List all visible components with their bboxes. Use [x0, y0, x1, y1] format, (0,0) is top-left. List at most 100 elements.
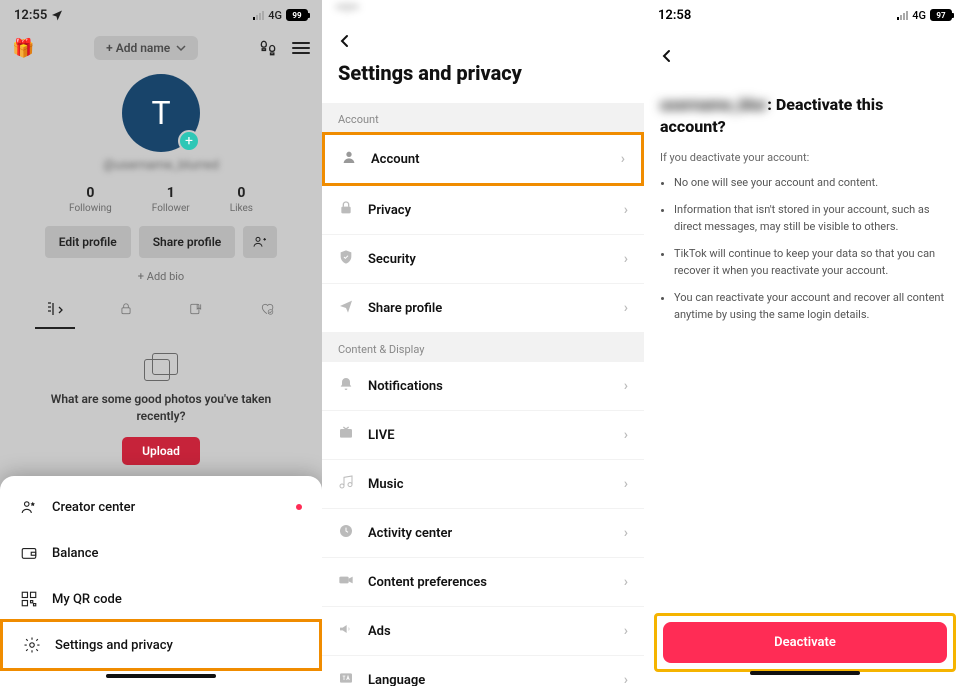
location-icon: [51, 9, 63, 21]
chevron-left-icon: [660, 49, 674, 63]
qr-code-icon: [20, 590, 38, 608]
suggestion-text: What are some good photos you've taken r…: [40, 391, 282, 425]
back-button[interactable]: [660, 40, 950, 76]
chevron-right-icon: ›: [624, 378, 628, 394]
stat-followers[interactable]: 1Follower: [152, 185, 190, 214]
status-bar: 12:55 4G 99: [0, 0, 322, 30]
username: @username_blurred: [0, 158, 322, 173]
photo-icon: [144, 353, 178, 381]
home-indicator[interactable]: [106, 674, 216, 678]
row-label: Security: [368, 252, 416, 267]
row-activity-center[interactable]: Activity center›: [322, 509, 644, 558]
clock-icon: [338, 523, 354, 543]
deactivate-button[interactable]: Deactivate: [663, 622, 947, 663]
chevron-right-icon: ›: [624, 202, 628, 218]
row-live[interactable]: LIVE ›: [322, 411, 644, 460]
avatar[interactable]: T +: [122, 74, 200, 152]
back-button[interactable]: [338, 25, 628, 61]
sheet-settings-privacy[interactable]: Settings and privacy: [0, 619, 322, 671]
row-label: Content preferences: [368, 575, 487, 590]
row-notifications[interactable]: Notifications ›: [322, 362, 644, 411]
chevron-right-icon: ›: [624, 251, 628, 267]
balance-icon: [20, 544, 38, 562]
home-indicator[interactable]: [750, 671, 860, 675]
chevron-right-icon: ›: [624, 672, 628, 686]
avatar-letter: T: [151, 94, 170, 132]
tab-bookmark[interactable]: [176, 295, 216, 329]
sheet-creator-center[interactable]: Creator center: [0, 484, 322, 530]
row-label: LIVE: [368, 428, 395, 443]
row-language[interactable]: Language ›: [322, 656, 644, 686]
bell-icon: [338, 376, 354, 396]
row-label: Privacy: [368, 203, 411, 218]
share-profile-button[interactable]: Share profile: [139, 226, 236, 258]
row-music[interactable]: Music›: [322, 460, 644, 509]
network-label: 4G: [268, 9, 282, 22]
settings-title: Settings and privacy: [338, 61, 628, 99]
bullet-item: No one will see your account and content…: [674, 174, 950, 191]
chevron-right-icon: ›: [621, 151, 625, 167]
share-icon: [338, 298, 354, 318]
person-icon: [341, 149, 357, 169]
shield-icon: [338, 249, 354, 269]
profile-area: T + @username_blurred 0Following 1Follow…: [0, 66, 322, 469]
edit-profile-button[interactable]: Edit profile: [45, 226, 131, 258]
sheet-qr-code[interactable]: My QR code: [0, 576, 322, 622]
row-content-preferences[interactable]: Content preferences›: [322, 558, 644, 607]
settings-header: Settings and privacy: [322, 15, 644, 103]
chevron-right-icon: ›: [624, 525, 628, 541]
language-icon: [338, 670, 354, 686]
video-icon: [338, 572, 354, 592]
row-label: Notifications: [368, 379, 443, 394]
bullet-item: TikTok will continue to keep your data s…: [674, 245, 950, 279]
upload-button[interactable]: Upload: [122, 437, 200, 465]
add-bio-link[interactable]: + Add bio: [0, 270, 322, 283]
live-icon: [338, 425, 354, 445]
row-label: Language: [368, 673, 425, 686]
stat-following[interactable]: 0Following: [69, 185, 112, 214]
signal-icon: [253, 10, 264, 20]
section-content-label: Content & Display: [322, 333, 644, 362]
battery-icon: 97: [930, 9, 952, 21]
stats-row: 0Following 1Follower 0Likes: [0, 185, 322, 214]
bullet-item: You can reactivate your account and reco…: [674, 289, 950, 323]
row-account[interactable]: Account ›: [322, 132, 644, 186]
sheet-label: Creator center: [52, 500, 135, 515]
stat-likes[interactable]: 0Likes: [230, 185, 253, 214]
lock-icon: [338, 200, 354, 220]
gift-icon[interactable]: 🎁: [12, 38, 34, 59]
add-name-label: + Add name: [106, 41, 170, 55]
menu-icon[interactable]: [292, 42, 310, 54]
ads-icon: [338, 621, 354, 641]
deactivate-bullets: No one will see your account and content…: [644, 174, 966, 333]
row-ads[interactable]: Ads›: [322, 607, 644, 656]
sheet-label: Settings and privacy: [55, 638, 173, 653]
add-friend-button[interactable]: [243, 226, 277, 258]
tab-heart[interactable]: [247, 295, 287, 329]
row-security[interactable]: Security ›: [322, 235, 644, 284]
sheet-label: Balance: [52, 546, 99, 561]
row-privacy[interactable]: Privacy ›: [322, 186, 644, 235]
upload-suggestion: What are some good photos you've taken r…: [0, 329, 322, 465]
status-time: --:--: [336, 0, 359, 15]
footsteps-icon[interactable]: [258, 38, 278, 58]
row-label: Ads: [368, 624, 391, 639]
network-label: 4G: [912, 9, 926, 22]
tab-lock[interactable]: [106, 295, 146, 329]
blurred-username: username_blur: [660, 95, 767, 114]
gear-icon: [23, 636, 41, 654]
row-share-profile[interactable]: Share profile ›: [322, 284, 644, 333]
avatar-plus-icon[interactable]: +: [178, 130, 200, 152]
status-time: 12:55: [14, 8, 47, 23]
sheet-balance[interactable]: Balance: [0, 530, 322, 576]
chevron-right-icon: ›: [624, 300, 628, 316]
add-name-dropdown[interactable]: + Add name: [94, 36, 198, 60]
deactivate-subtitle: If you deactivate your account:: [644, 145, 966, 174]
row-label: Account: [371, 152, 419, 167]
music-icon: [338, 474, 354, 494]
add-friend-icon: [252, 234, 268, 250]
chevron-right-icon: ›: [624, 427, 628, 443]
tab-grid[interactable]: [35, 295, 75, 329]
deactivate-header: [644, 30, 966, 82]
bullet-item: Information that isn't stored in your ac…: [674, 201, 950, 235]
